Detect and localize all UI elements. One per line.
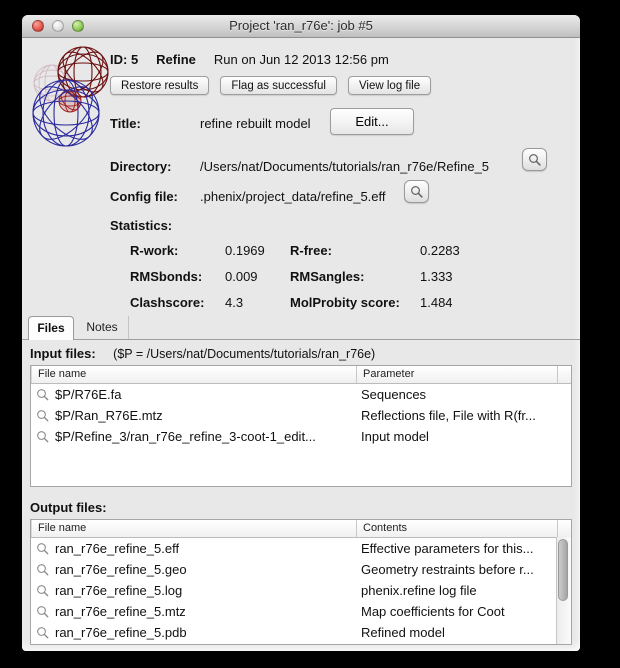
vertical-scrollbar[interactable] [556,537,571,644]
contents-cell: Map coefficients for Coot [361,604,505,619]
magnifier-icon [410,185,424,199]
parameter-cell: Input model [361,429,429,444]
file-name-cell: $P/R76E.fa [55,387,122,402]
app-window: Project 'ran_r76e': job #5 [22,15,580,651]
job-header: ID: 5 Refine Run on Jun 12 2013 12:56 pm [110,52,389,67]
job-run-time: Run on Jun 12 2013 12:56 pm [214,52,389,67]
stat-value: 0.2283 [420,243,460,258]
restore-results-button[interactable]: Restore results [110,76,209,95]
stat-label: RMSangles: [290,269,364,284]
parameter-cell: Sequences [361,387,426,402]
title-value: refine rebuilt model [200,116,311,131]
column-header-file-name[interactable]: File name [31,366,356,383]
output-table-header: File name Contents [31,520,571,538]
input-table-body: $P/R76E.fa Sequences $P/Ran_R76E.mtz Ref… [31,384,571,447]
table-row[interactable]: ran_r76e_refine_5.pdb Refined model [31,622,571,643]
flag-successful-button[interactable]: Flag as successful [220,76,337,95]
stat-value: 1.333 [420,269,453,284]
output-files-heading: Output files: [30,500,107,515]
stat-label: R-free: [290,243,332,258]
scrollbar-thumb[interactable] [558,539,568,601]
magnifier-icon [36,430,50,444]
column-header-contents[interactable]: Contents [356,520,557,537]
input-files-heading: Input files: [30,346,96,361]
table-row[interactable]: ran_r76e_refine_5.geo Geometry restraint… [31,559,571,580]
file-name-cell: ran_r76e_refine_5.pdb [55,625,187,640]
magnifier-icon [36,584,50,598]
stat-value: 4.3 [225,295,243,310]
stat-label: MolProbity score: [290,295,400,310]
tab-files[interactable]: Files [28,316,74,340]
stat-label: Clashscore: [130,295,204,310]
input-table-header: File name Parameter [31,366,571,384]
molecule-thumbnail-icon [28,41,116,151]
table-row[interactable]: ran_r76e_refine_5.log phenix.refine log … [31,580,571,601]
stat-label: RMSbonds: [130,269,202,284]
edit-title-button[interactable]: Edit... [330,108,414,135]
stat-value: 0.009 [225,269,258,284]
tab-bar: Files Notes [22,314,580,340]
column-header-spacer [557,366,571,383]
file-name-cell: ran_r76e_refine_5.eff [55,541,179,556]
table-row[interactable]: $P/Ran_R76E.mtz Reflections file, File w… [31,405,571,426]
output-files-table: File name Contents ran_r76e_refine_5.eff… [30,519,572,645]
browse-directory-button[interactable] [522,148,547,171]
tab-notes[interactable]: Notes [76,316,129,339]
file-name-cell: $P/Ran_R76E.mtz [55,408,163,423]
file-name-cell: $P/Refine_3/ran_r76e_refine_3-coot-1_edi… [55,429,316,444]
table-row[interactable]: $P/Refine_3/ran_r76e_refine_3-coot-1_edi… [31,426,571,447]
contents-cell: Refined model [361,625,445,640]
column-header-file-name[interactable]: File name [31,520,356,537]
job-type: Refine [156,52,196,67]
file-name-cell: ran_r76e_refine_5.mtz [55,604,186,619]
magnifier-icon [36,563,50,577]
magnifier-icon [36,388,50,402]
column-header-parameter[interactable]: Parameter [356,366,557,383]
statistics-heading: Statistics: [110,218,172,233]
stat-label: R-work: [130,243,178,258]
window-titlebar[interactable]: Project 'ran_r76e': job #5 [22,15,580,38]
title-label: Title: [110,116,141,131]
magnifier-icon [36,605,50,619]
config-file-label: Config file: [110,189,178,204]
magnifier-icon [36,409,50,423]
contents-cell: Effective parameters for this... [361,541,533,556]
column-header-spacer [557,520,571,537]
job-id: ID: 5 [110,52,138,67]
window-title: Project 'ran_r76e': job #5 [22,15,580,37]
table-row[interactable]: ran_r76e_refine_5.eff Effective paramete… [31,538,571,559]
magnifier-icon [528,153,542,167]
table-row[interactable]: ran_r76e_refine_5.mtz Map coefficients f… [31,601,571,622]
directory-label: Directory: [110,159,171,174]
magnifier-icon [36,542,50,556]
magnifier-icon [36,626,50,640]
table-row[interactable]: $P/R76E.fa Sequences [31,384,571,405]
file-name-cell: ran_r76e_refine_5.geo [55,562,187,577]
tab-bar-divider [22,339,580,340]
input-files-heading-row: Input files: ($P = /Users/nat/Documents/… [30,345,375,363]
contents-cell: phenix.refine log file [361,583,477,598]
file-name-cell: ran_r76e_refine_5.log [55,583,182,598]
view-log-button[interactable]: View log file [348,76,431,95]
config-file-value: .phenix/project_data/refine_5.eff [200,189,386,204]
job-actions: Restore results Flag as successful View … [110,76,431,95]
tab-notes-label: Notes [86,320,117,334]
stat-value: 0.1969 [225,243,265,258]
view-config-button[interactable] [404,180,429,203]
output-table-body: ran_r76e_refine_5.eff Effective paramete… [31,538,571,643]
desktop-background: Project 'ran_r76e': job #5 [0,0,620,668]
path-variable-note: ($P = /Users/nat/Documents/tutorials/ran… [113,347,375,361]
input-files-table: File name Parameter $P/R76E.fa Sequences… [30,365,572,487]
directory-value: /Users/nat/Documents/tutorials/ran_r76e/… [200,159,489,174]
parameter-cell: Reflections file, File with R(fr... [361,408,536,423]
stat-value: 1.484 [420,295,453,310]
tab-files-label: Files [37,321,64,335]
contents-cell: Geometry restraints before r... [361,562,534,577]
